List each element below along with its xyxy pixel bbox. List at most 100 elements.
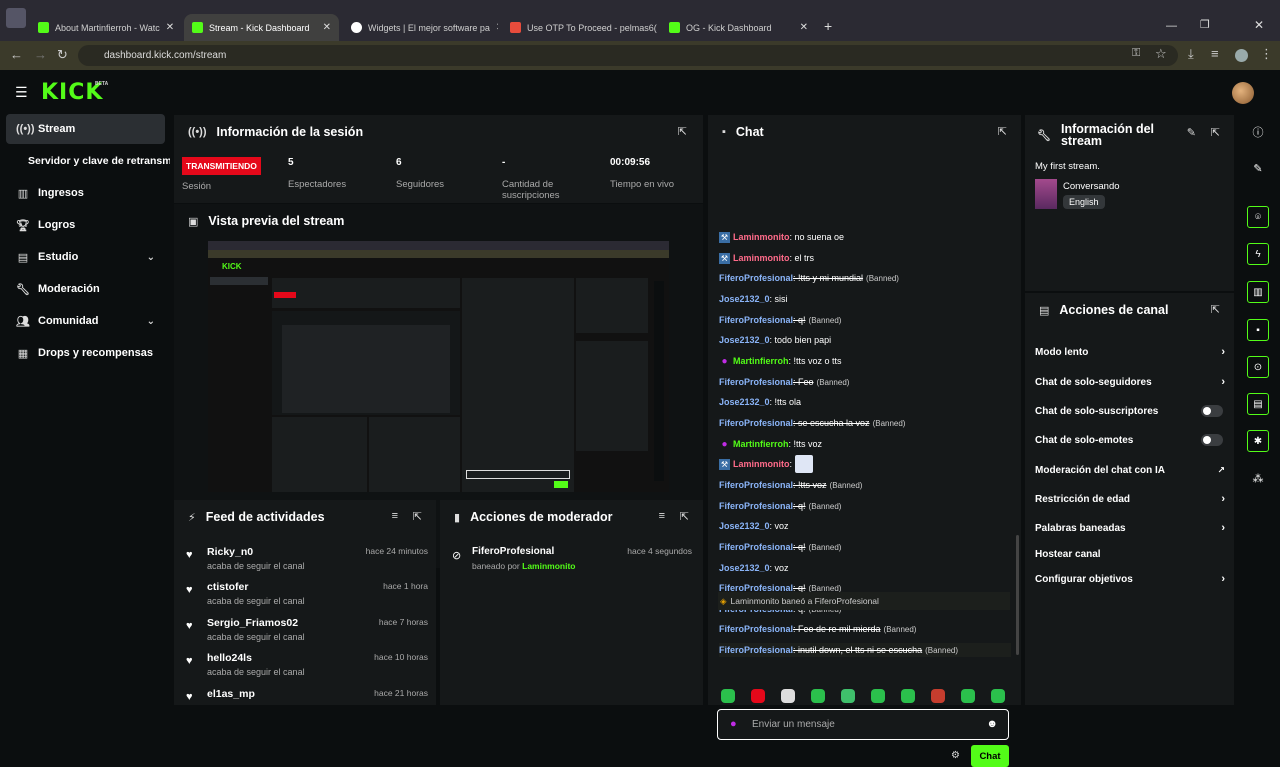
chat-settings-gear-icon[interactable]: ⚙ <box>951 750 960 761</box>
chat-username[interactable]: Laminmonito <box>733 232 790 242</box>
url-input[interactable]: dashboard.kick.com/stream <box>78 45 1178 66</box>
chat-input[interactable]: ● Enviar un mensaje ☻ <box>717 709 1009 740</box>
maximize-icon[interactable]: ❐ <box>1200 18 1210 31</box>
close-tab-icon[interactable]: ✕ <box>160 22 174 33</box>
feed-username[interactable]: Ricky_n0 <box>207 546 253 558</box>
toggle-switch[interactable] <box>1201 405 1223 417</box>
feed-username[interactable]: ctistofer <box>207 581 248 593</box>
action-moderacion-ia[interactable]: Moderación del chat con IA↗ <box>1035 462 1225 478</box>
emote-4[interactable] <box>811 689 825 703</box>
filter-icon[interactable]: ≡ <box>659 510 665 522</box>
back-icon[interactable]: ← <box>10 47 23 62</box>
chat-send-button[interactable]: Chat <box>971 745 1009 767</box>
moderator-username[interactable]: Laminmonito <box>522 561 575 571</box>
bookmark-star-icon[interactable]: ☆ <box>1155 46 1167 62</box>
sidebar-item-estudio[interactable]: ▤Estudio⌄ <box>6 242 165 272</box>
playlist-icon[interactable]: ≡ <box>1211 46 1219 61</box>
browser-tab-1[interactable]: About Martinfierroh - Watc✕ <box>30 14 180 41</box>
filter-icon[interactable]: ≡ <box>392 510 398 522</box>
emote-5[interactable] <box>841 689 855 703</box>
action-restriccion-edad[interactable]: Restricción de edad› <box>1035 491 1225 507</box>
popout-icon[interactable]: ⇱ <box>1211 303 1220 316</box>
browser-tab-5[interactable]: OG - Kick Dashboard✕ <box>661 14 816 41</box>
feed-username[interactable]: Sergio_Friamos02 <box>207 617 298 629</box>
chat-username[interactable]: Jose2132_0 <box>719 397 770 407</box>
profile-thumbnail[interactable] <box>6 8 26 28</box>
sidebar-item-logros[interactable]: 🏆︎Logros <box>6 210 165 240</box>
download-icon[interactable]: ⤓ <box>1188 46 1194 62</box>
popout-icon[interactable]: ⇱ <box>680 510 689 523</box>
sidebar-item-drops[interactable]: ▦Drops y recompensas <box>6 338 165 368</box>
emote-9[interactable] <box>961 689 975 703</box>
rail-chat-icon[interactable]: ▪ <box>1247 319 1269 341</box>
popout-icon[interactable]: ⇱ <box>998 125 1007 138</box>
chat-username[interactable]: FiferoProfesional <box>719 418 793 428</box>
emote-7[interactable] <box>901 689 915 703</box>
chat-username[interactable]: Laminmonito <box>733 459 790 469</box>
feed-username[interactable]: el1as_mp <box>207 688 255 700</box>
chat-username[interactable]: FiferoProfesional <box>719 624 793 634</box>
hamburger-menu-icon[interactable]: ☰ <box>15 84 28 101</box>
rail-wrench-icon[interactable]: ✱ <box>1247 430 1269 452</box>
chat-username[interactable]: FiferoProfesional <box>719 377 793 387</box>
emote-2[interactable] <box>751 689 765 703</box>
action-modo-lento[interactable]: Modo lento› <box>1035 344 1225 360</box>
mod-target-username[interactable]: FiferoProfesional <box>472 546 554 557</box>
chat-username[interactable]: FiferoProfesional <box>719 501 793 511</box>
sidebar-item-stream-key[interactable]: Servidor y clave de retransmisión <box>18 146 170 176</box>
popout-icon[interactable]: ⇱ <box>678 125 687 138</box>
emote-10[interactable] <box>991 689 1005 703</box>
toggle-switch[interactable] <box>1201 434 1223 446</box>
close-tab-icon[interactable]: ✕ <box>490 22 498 33</box>
emote-3[interactable] <box>781 689 795 703</box>
chat-username[interactable]: Jose2132_0 <box>719 563 770 573</box>
chat-username[interactable]: Martinfierroh <box>733 439 789 449</box>
sidebar-item-comunidad[interactable]: 👥︎Comunidad⌄ <box>6 306 165 336</box>
emote-8[interactable] <box>931 689 945 703</box>
category-name[interactable]: Conversando <box>1063 181 1120 192</box>
popout-icon[interactable]: ⇱ <box>1211 126 1220 139</box>
chat-username[interactable]: FiferoProfesional <box>719 480 793 490</box>
info-icon[interactable]: ⓘ <box>1250 124 1266 140</box>
user-avatar[interactable] <box>1232 82 1254 104</box>
browser-tab-2[interactable]: Stream - Kick Dashboard✕ <box>184 14 339 41</box>
action-hostear-canal[interactable]: Hostear canal <box>1035 546 1225 562</box>
edit-pencil-icon[interactable]: ✎ <box>1250 162 1266 178</box>
emote-1[interactable] <box>721 689 735 703</box>
sidebar-item-stream[interactable]: ((•))Stream <box>6 114 165 144</box>
close-tab-icon[interactable]: ✕ <box>317 22 331 33</box>
close-window-icon[interactable]: ✕ <box>1254 18 1264 32</box>
chat-username[interactable]: FiferoProfesional <box>719 273 793 283</box>
sidebar-item-moderacion[interactable]: 🔧︎Moderación <box>6 274 165 304</box>
chat-username[interactable]: FiferoProfesional <box>719 645 793 655</box>
minimize-icon[interactable]: — <box>1166 20 1177 32</box>
chat-username[interactable]: FiferoProfesional <box>719 542 793 552</box>
menu-dots-icon[interactable]: ⋮ <box>1260 46 1273 62</box>
browser-tab-3[interactable]: Widgets | El mejor software pa✕ <box>343 14 498 41</box>
rail-add-widget-icon[interactable]: ⁂ <box>1250 472 1266 488</box>
new-tab-icon[interactable]: + <box>824 18 832 34</box>
action-solo-seguidores[interactable]: Chat de solo-seguidores› <box>1035 374 1225 390</box>
rail-camera-icon[interactable]: ⌾ <box>1247 206 1269 228</box>
stream-preview-video[interactable]: KICK <box>208 241 669 492</box>
chat-username[interactable]: FiferoProfesional <box>719 315 793 325</box>
emote-6[interactable] <box>871 689 885 703</box>
edit-pencil-icon[interactable]: ✎ <box>1187 126 1196 139</box>
browser-tab-4[interactable]: Use OTP To Proceed - pelmas6(✕ <box>502 14 657 41</box>
forward-icon[interactable]: → <box>34 47 47 62</box>
chat-username[interactable]: Laminmonito <box>733 253 790 263</box>
popout-icon[interactable]: ⇱ <box>413 510 422 523</box>
reload-icon[interactable]: ↻ <box>57 47 68 63</box>
rail-broadcast-icon[interactable]: ⊙ <box>1247 356 1269 378</box>
chat-username[interactable]: Jose2132_0 <box>719 521 770 531</box>
rail-list-icon[interactable]: ▥ <box>1247 281 1269 303</box>
rail-lightning-icon[interactable]: ϟ <box>1247 243 1269 265</box>
action-configurar-objetivos[interactable]: Configurar objetivos› <box>1035 571 1225 587</box>
chat-username[interactable]: Jose2132_0 <box>719 335 770 345</box>
sidebar-item-ingresos[interactable]: ▥Ingresos <box>6 178 165 208</box>
key-icon[interactable]: ⚿ <box>1132 47 1140 60</box>
category-thumbnail[interactable] <box>1035 179 1057 209</box>
chat-username[interactable]: Martinfierroh <box>733 356 789 366</box>
chat-username[interactable]: Jose2132_0 <box>719 294 770 304</box>
profile-avatar-icon[interactable] <box>1235 49 1248 62</box>
